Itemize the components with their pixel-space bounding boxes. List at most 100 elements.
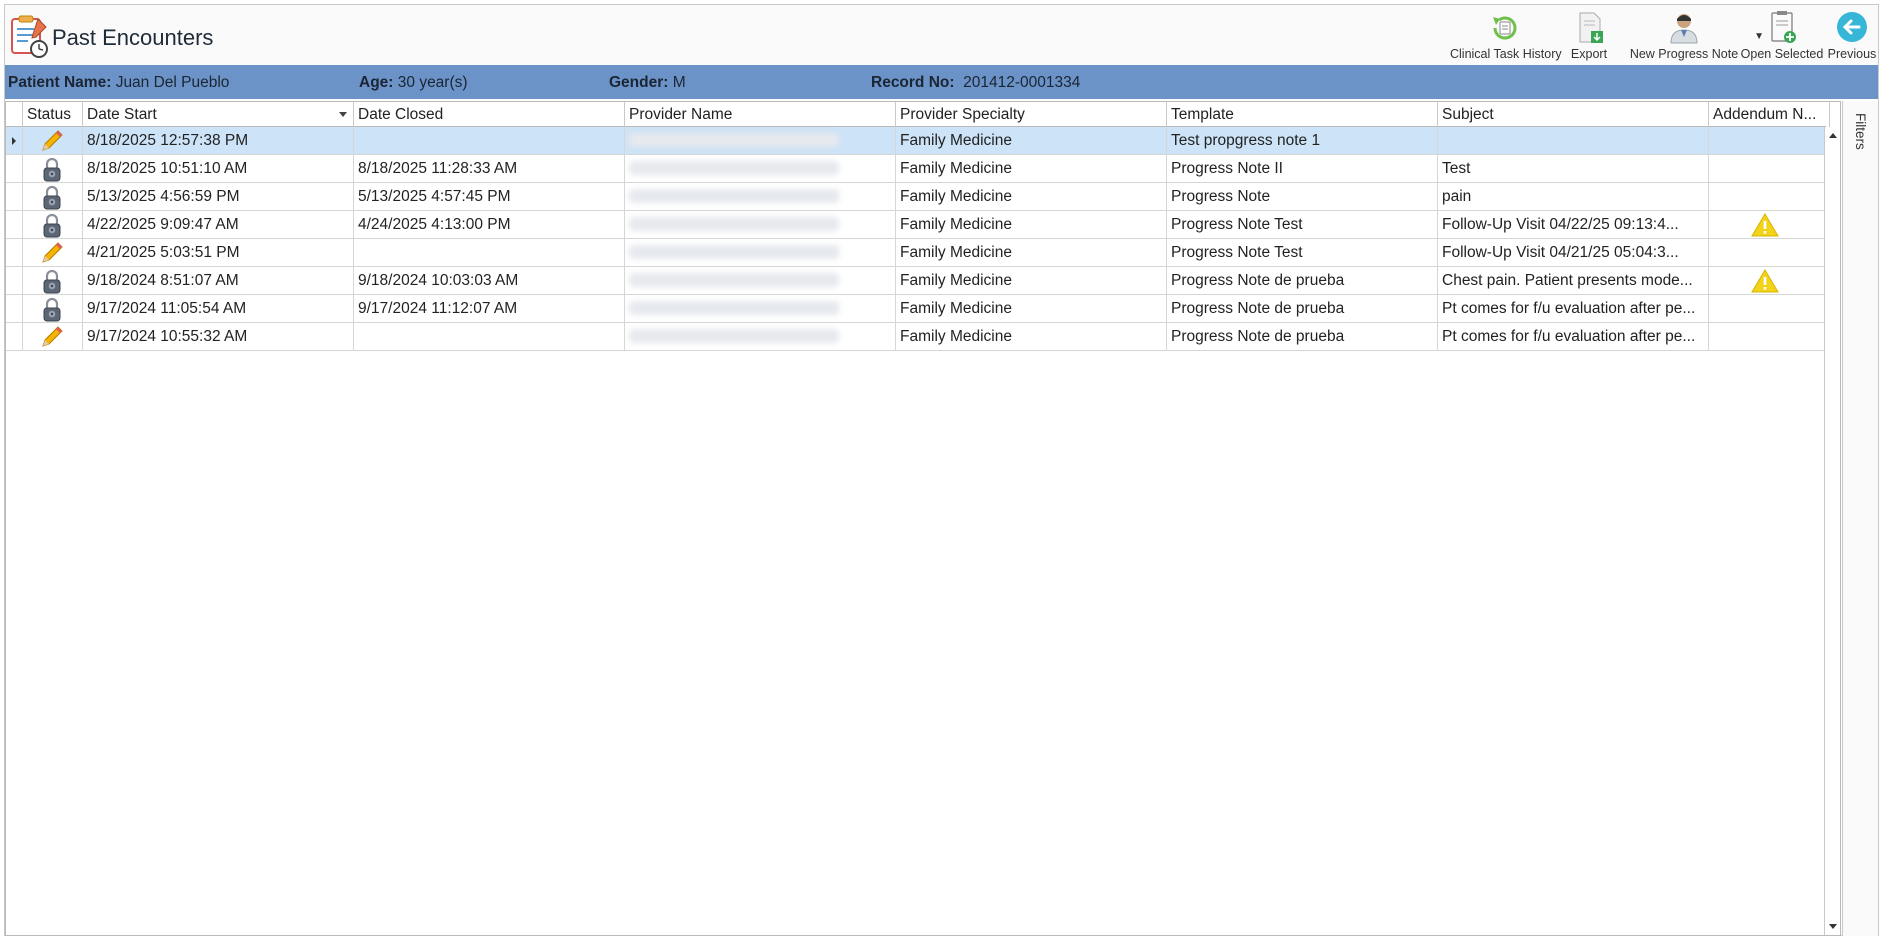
- pencil-icon: [42, 130, 63, 151]
- page-title: Past Encounters: [52, 25, 214, 50]
- cell-template: Progress Note II: [1167, 155, 1438, 183]
- column-header-date-start[interactable]: Date Start: [83, 102, 354, 127]
- cell-specialty: Family Medicine: [896, 211, 1167, 239]
- cell-template: Progress Note Test: [1167, 239, 1438, 267]
- cell-date-start: 4/21/2025 5:03:51 PM: [83, 239, 354, 267]
- table-row[interactable]: 9/17/2024 11:05:54 AM 9/17/2024 11:12:07 …: [6, 295, 1830, 323]
- cell-specialty: Family Medicine: [896, 267, 1167, 295]
- cell-date-start: 5/13/2025 4:56:59 PM: [83, 183, 354, 211]
- filters-panel-tab[interactable]: Filters: [1842, 101, 1878, 936]
- patient-info-bar: Patient Name: Juan Del Pueblo Age: 30 ye…: [5, 65, 1878, 99]
- cell-date-start: 4/22/2025 9:09:47 AM: [83, 211, 354, 239]
- cell-subject: Follow-Up Visit 04/22/25 09:13:4...: [1438, 211, 1709, 239]
- cell-date-closed: [354, 239, 625, 267]
- column-header-addendum[interactable]: Addendum N...: [1709, 102, 1830, 127]
- table-row[interactable]: 9/18/2024 8:51:07 AM 9/18/2024 10:03:03 A…: [6, 267, 1830, 295]
- row-indicator: [6, 295, 23, 323]
- filters-label[interactable]: Filters: [1853, 113, 1868, 150]
- column-header-date-closed[interactable]: Date Closed: [354, 102, 625, 127]
- cell-status: [23, 295, 83, 323]
- cell-template: Progress Note de prueba: [1167, 295, 1438, 323]
- redacted-provider-name: [629, 245, 839, 259]
- vertical-scrollbar[interactable]: [1824, 127, 1840, 935]
- cell-date-start: 9/17/2024 11:05:54 AM: [83, 295, 354, 323]
- table-row[interactable]: 9/17/2024 10:55:32 AM Family Medicine Prog…: [6, 323, 1830, 351]
- cell-status: [23, 127, 83, 155]
- cell-specialty: Family Medicine: [896, 155, 1167, 183]
- cell-addendum: [1709, 323, 1830, 351]
- cell-provider-name: [625, 155, 896, 183]
- open-selected-button[interactable]: Open Selected: [1740, 9, 1824, 63]
- row-indicator: [6, 323, 23, 351]
- cell-status: [23, 267, 83, 295]
- cell-status: [23, 155, 83, 183]
- cell-addendum: [1709, 211, 1830, 239]
- previous-button[interactable]: Previous: [1826, 9, 1878, 63]
- header: Past Encounters Clinical Task History Ex…: [5, 5, 1878, 65]
- cell-subject: Test: [1438, 155, 1709, 183]
- cell-subject: Pt comes for f/u evaluation after pe...: [1438, 323, 1709, 351]
- patient-name: Patient Name: Juan Del Pueblo: [8, 74, 230, 91]
- clinical-task-history-button[interactable]: Clinical Task History: [1450, 9, 1562, 63]
- lock-icon: [43, 185, 61, 210]
- warning-icon: [1751, 213, 1779, 237]
- table-row[interactable]: 8/18/2025 12:57:38 PM Family Medicine Test…: [6, 127, 1830, 155]
- cell-subject: [1438, 127, 1709, 155]
- scroll-up-arrow[interactable]: [1829, 133, 1837, 138]
- cell-date-closed: 9/18/2024 10:03:03 AM: [354, 267, 625, 295]
- open-document-icon: [1771, 11, 1796, 43]
- column-header-provider-specialty[interactable]: Provider Specialty: [896, 102, 1167, 127]
- warning-icon: [1751, 269, 1779, 293]
- cell-date-closed: 9/17/2024 11:12:07 AM: [354, 295, 625, 323]
- row-indicator: [6, 155, 23, 183]
- cell-date-closed: 4/24/2025 4:13:00 PM: [354, 211, 625, 239]
- cell-provider-name: [625, 183, 896, 211]
- column-header-subject[interactable]: Subject: [1438, 102, 1709, 127]
- column-header-template[interactable]: Template: [1167, 102, 1438, 127]
- table-row[interactable]: 5/13/2025 4:56:59 PM 5/13/2025 4:57:45 PM…: [6, 183, 1830, 211]
- cell-status: [23, 211, 83, 239]
- cell-date-closed: 5/13/2025 4:57:45 PM: [354, 183, 625, 211]
- cell-subject: Chest pain. Patient presents mode...: [1438, 267, 1709, 295]
- back-arrow-icon: [1837, 12, 1867, 42]
- grid-header: Status Date Start Date Closed Provider N…: [6, 102, 1830, 127]
- clipboard-clock-icon: [11, 15, 48, 58]
- cell-specialty: Family Medicine: [896, 295, 1167, 323]
- cell-addendum: [1709, 267, 1830, 295]
- cell-subject: pain: [1438, 183, 1709, 211]
- row-indicator: [6, 211, 23, 239]
- cell-date-start: 8/18/2025 12:57:38 PM: [83, 127, 354, 155]
- cell-date-start: 9/17/2024 10:55:32 AM: [83, 323, 354, 351]
- redacted-provider-name: [629, 161, 839, 175]
- cell-template: Progress Note de prueba: [1167, 323, 1438, 351]
- scroll-down-arrow[interactable]: [1829, 924, 1837, 929]
- cell-provider-name: [625, 323, 896, 351]
- cell-addendum: [1709, 155, 1830, 183]
- cell-template: Progress Note: [1167, 183, 1438, 211]
- cell-status: [23, 323, 83, 351]
- cell-provider-name: [625, 267, 896, 295]
- cell-specialty: Family Medicine: [896, 127, 1167, 155]
- cell-provider-name: [625, 127, 896, 155]
- lock-icon: [43, 157, 61, 182]
- table-row[interactable]: 8/18/2025 10:51:10 AM 8/18/2025 11:28:33 …: [6, 155, 1830, 183]
- cell-specialty: Family Medicine: [896, 183, 1167, 211]
- cell-date-start: 8/18/2025 10:51:10 AM: [83, 155, 354, 183]
- cell-subject: Pt comes for f/u evaluation after pe...: [1438, 295, 1709, 323]
- doctor-user-icon: [1670, 14, 1698, 44]
- table-row[interactable]: 4/22/2025 9:09:47 AM 4/24/2025 4:13:00 PM…: [6, 211, 1830, 239]
- cell-status: [23, 183, 83, 211]
- sort-descending-icon: [339, 112, 347, 117]
- redacted-provider-name: [629, 301, 839, 315]
- new-progress-note-button[interactable]: New Progress Note: [1620, 9, 1748, 63]
- export-button[interactable]: Export: [1564, 9, 1614, 63]
- column-header-status[interactable]: Status: [23, 102, 83, 127]
- column-header-provider-name[interactable]: Provider Name: [625, 102, 896, 127]
- table-row[interactable]: 4/21/2025 5:03:51 PM Family Medicine Progr…: [6, 239, 1830, 267]
- cell-status: [23, 239, 83, 267]
- cell-date-closed: [354, 323, 625, 351]
- encounters-grid: Status Date Start Date Closed Provider N…: [5, 101, 1841, 936]
- row-indicator-header: [6, 102, 23, 127]
- row-indicator: [6, 183, 23, 211]
- cell-template: Test propgress note 1: [1167, 127, 1438, 155]
